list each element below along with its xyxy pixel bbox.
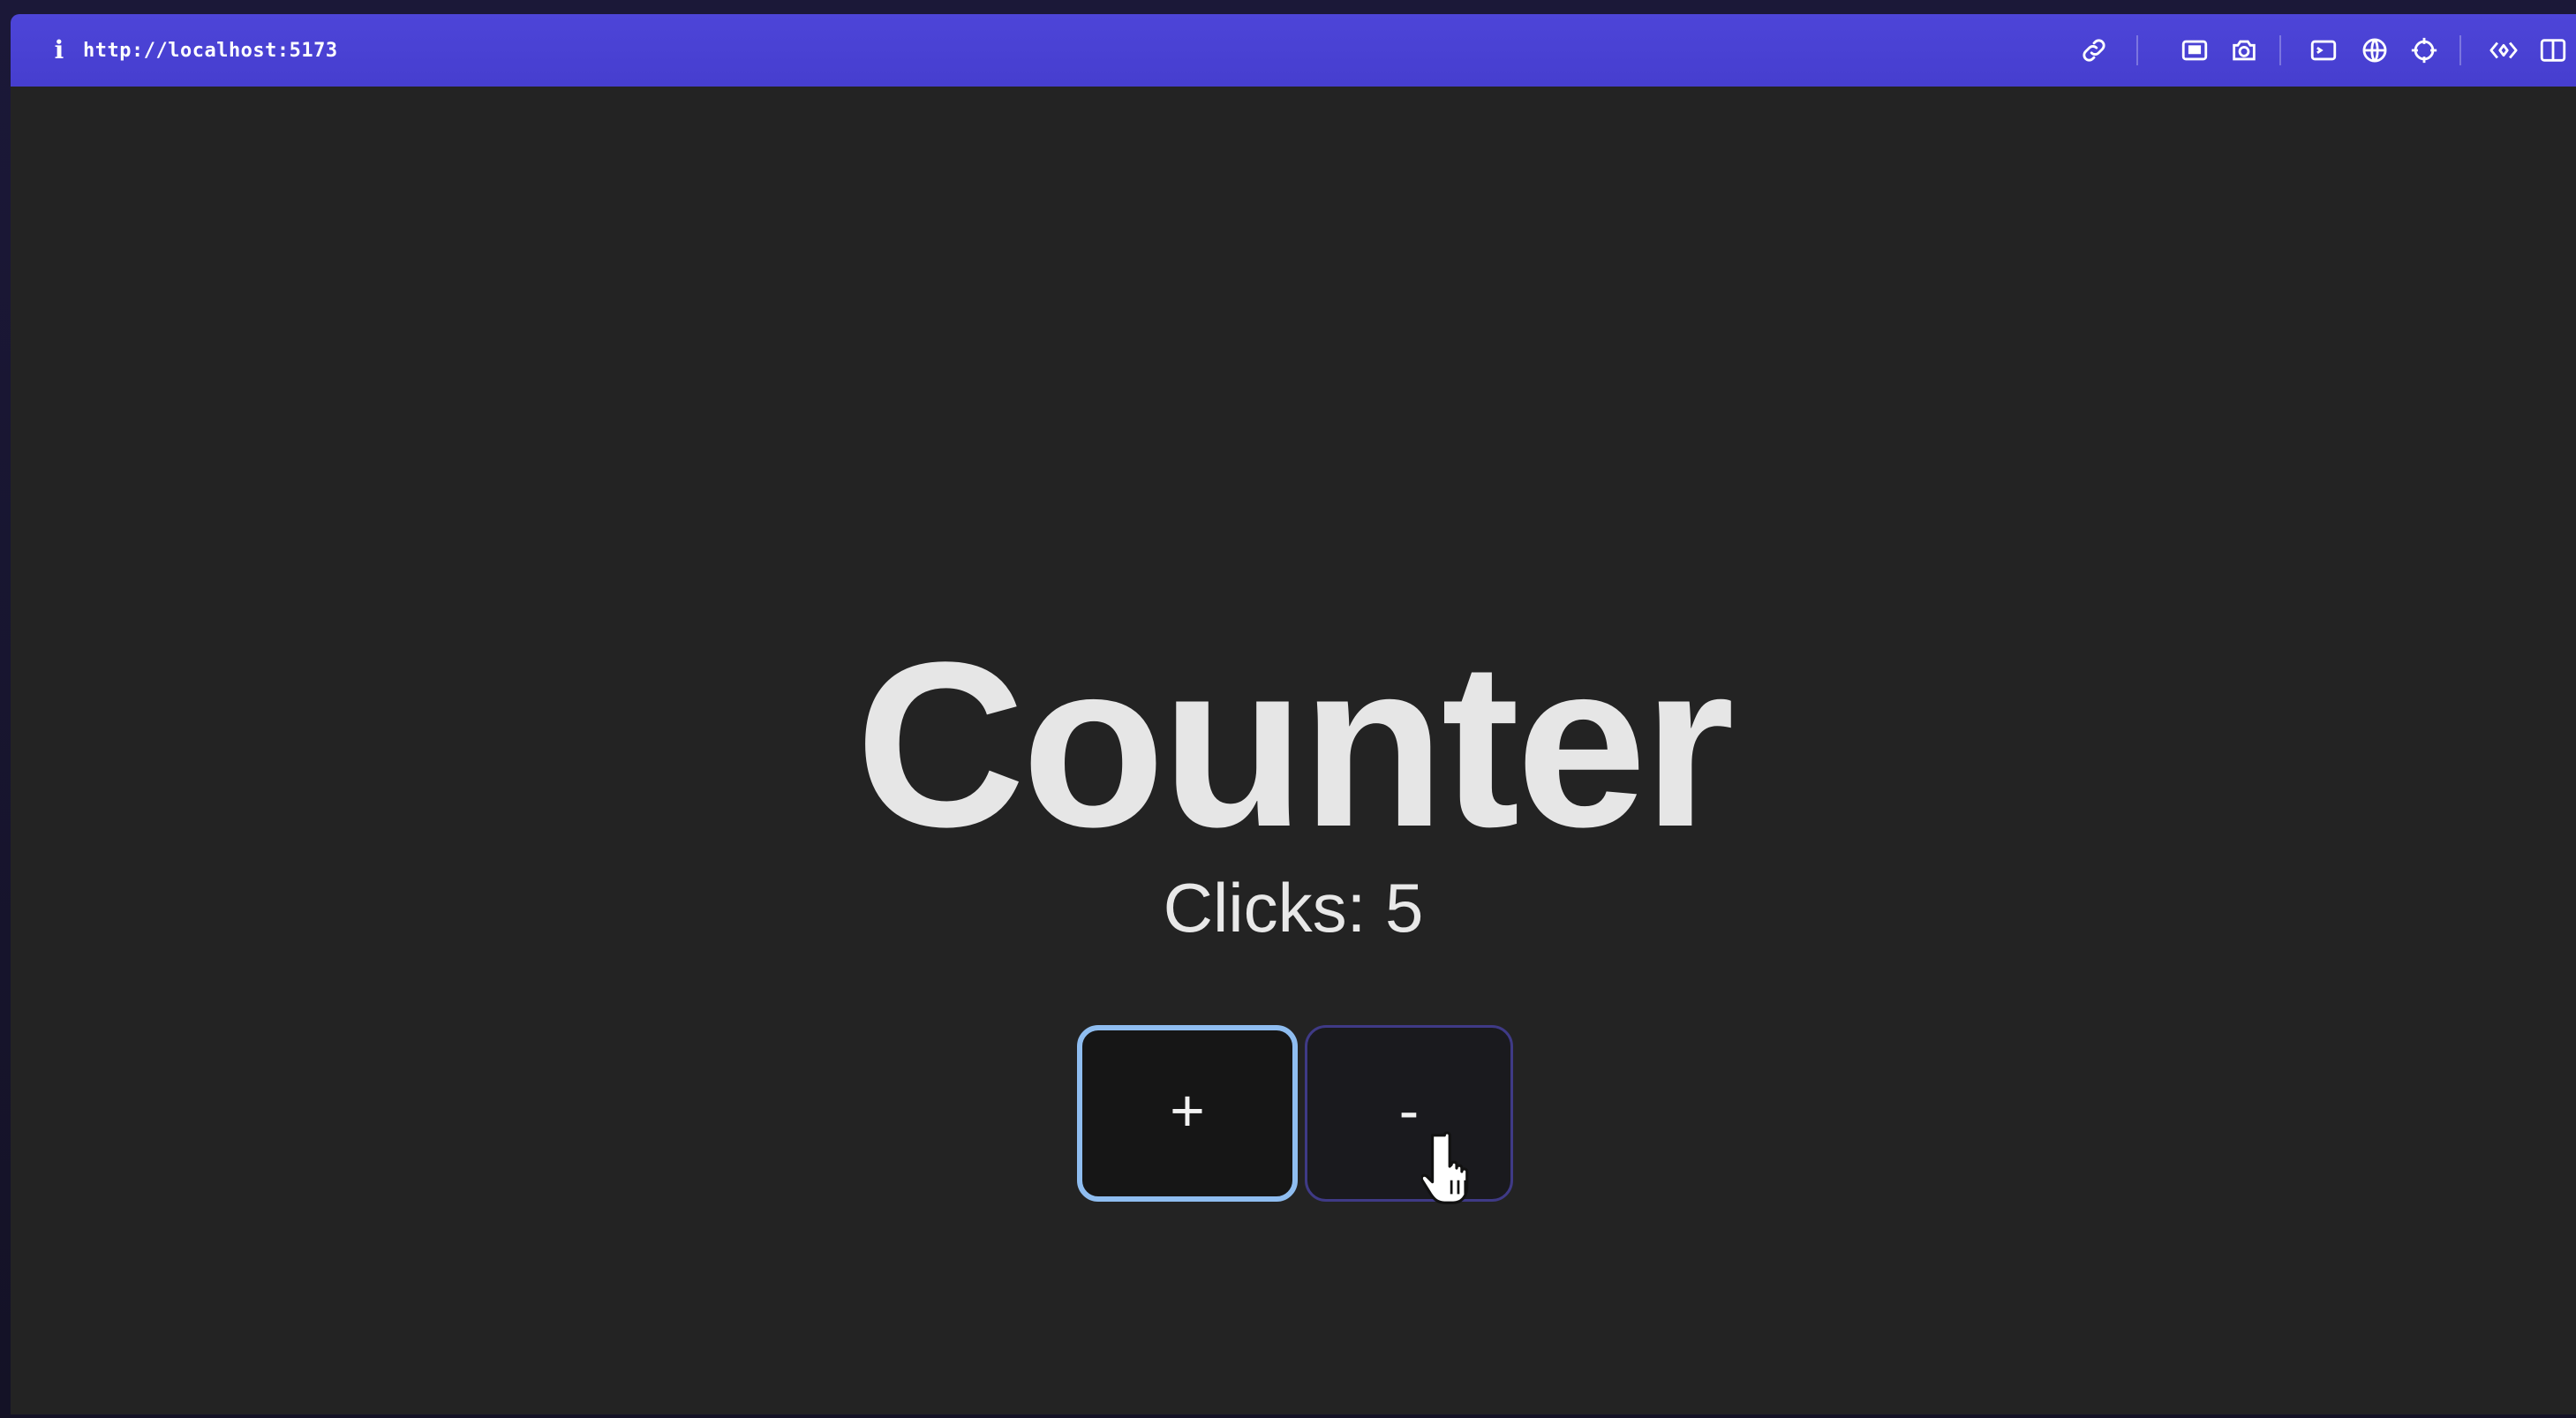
toolbar-separator: [2136, 35, 2138, 65]
click-count-text: Clicks: 5: [1163, 869, 1424, 947]
code-icon[interactable]: [2486, 33, 2521, 68]
toolbar-separator: [2279, 35, 2281, 65]
terminal-icon[interactable]: [2306, 33, 2341, 68]
screen-frame: i http://localhost:5173 Counter Clicks: …: [0, 0, 2576, 1418]
link-icon[interactable]: [2076, 33, 2112, 68]
info-icon[interactable]: i: [46, 34, 72, 67]
camera-icon[interactable]: [2226, 33, 2262, 68]
decrement-button-label: -: [1398, 1077, 1420, 1144]
toolbar-separator: [2459, 35, 2461, 65]
globe-icon[interactable]: [2357, 33, 2392, 68]
capture-area-icon[interactable]: [2177, 33, 2212, 68]
increment-button[interactable]: +: [1077, 1025, 1298, 1202]
increment-button-label: +: [1170, 1077, 1205, 1144]
address-bar-url[interactable]: http://localhost:5173: [83, 35, 338, 67]
page-title: Counter: [855, 614, 1735, 877]
crosshair-icon[interactable]: [2407, 33, 2442, 68]
browser-toolbar: i http://localhost:5173: [11, 14, 2576, 87]
split-view-icon[interactable]: [2535, 33, 2571, 68]
browser-window: i http://localhost:5173 Counter Clicks: …: [11, 14, 2576, 1414]
hand-pointer-cursor-icon: [1421, 1131, 1469, 1204]
